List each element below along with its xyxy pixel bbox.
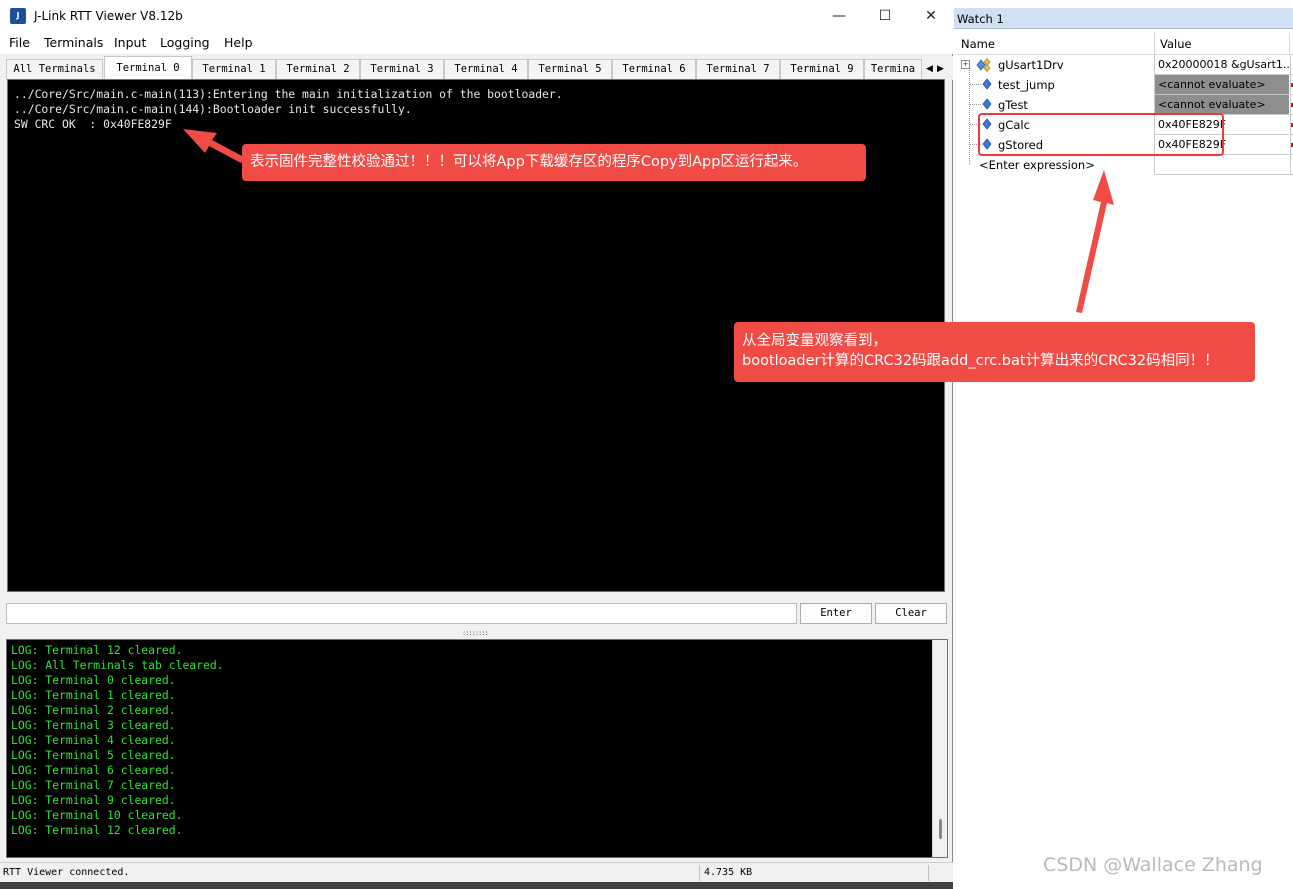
variable-icon <box>982 78 992 90</box>
enter-button[interactable]: Enter <box>800 603 872 624</box>
column-header-name[interactable]: Name <box>961 37 995 51</box>
tab-terminal-3[interactable]: Terminal 3 <box>360 59 444 80</box>
tab-terminal-1[interactable]: Terminal 1 <box>192 59 276 80</box>
highlight-box <box>978 113 1224 156</box>
tab-scroll-left-icon[interactable]: ◀ <box>924 60 935 76</box>
watch-var-value[interactable]: <cannot evaluate> <box>1154 75 1289 95</box>
tab-terminal-7[interactable]: Terminal 7 <box>696 59 780 80</box>
log-line: LOG: Terminal 1 cleared. <box>11 688 176 702</box>
watch-row-gusart1drv[interactable]: + gUsart1Drv 0x20000018 &gUsart1... <box>957 55 1293 75</box>
column-divider[interactable] <box>1154 33 1155 55</box>
log-line: LOG: Terminal 7 cleared. <box>11 778 176 792</box>
watch-row-test-jump[interactable]: test_jump <cannot evaluate> <box>957 75 1293 95</box>
log-scrollbar[interactable] <box>932 640 947 857</box>
log-line: LOG: Terminal 12 cleared. <box>11 643 183 657</box>
log-line: LOG: Terminal 6 cleared. <box>11 763 176 777</box>
log-line: LOG: Terminal 2 cleared. <box>11 703 176 717</box>
csdn-watermark: CSDN @Wallace Zhang <box>1043 854 1263 876</box>
callout-crc-match: 从全局变量观察看到， bootloader计算的CRC32码跟add_crc.b… <box>734 322 1255 382</box>
log-line: LOG: Terminal 12 cleared. <box>11 823 183 837</box>
watch-row-enter-expression[interactable]: <Enter expression> <box>957 155 1293 175</box>
terminal-line: SW CRC OK : 0x40FE829F <box>14 117 172 131</box>
jlink-app-icon: J <box>10 8 26 24</box>
log-line: LOG: Terminal 3 cleared. <box>11 718 176 732</box>
watch-var-value[interactable]: 0x20000018 &gUsart1... <box>1154 55 1289 75</box>
tab-all-terminals[interactable]: All Terminals <box>6 59 103 80</box>
status-divider <box>699 865 700 881</box>
callout-crc-passed: 表示固件完整性校验通过！！！可以将App下载缓存区的程序Copy到App区运行起… <box>242 144 866 181</box>
watch-var-name: gUsart1Drv <box>998 58 1064 72</box>
menu-input[interactable]: Input <box>114 35 146 50</box>
status-bar: RTT Viewer connected. 4.735 KB <box>0 862 953 882</box>
watch-empty-value[interactable] <box>1154 155 1289 175</box>
terminal-line: ../Core/Src/main.c-main(144):Bootloader … <box>14 102 412 116</box>
log-line: LOG: Terminal 9 cleared. <box>11 793 176 807</box>
tab-terminal-4[interactable]: Terminal 4 <box>444 59 528 80</box>
pane-splitter[interactable]: :::::::: <box>0 628 953 637</box>
watch-var-name: gTest <box>998 98 1028 112</box>
watch-title-bar: Watch 1 <box>954 8 1293 29</box>
struct-icon <box>976 58 991 72</box>
watch-var-value[interactable]: <cannot evaluate> <box>1154 95 1289 115</box>
background-window-strip <box>0 882 953 889</box>
title-bar: J J-Link RTT Viewer V8.12b — ☐ ✕ <box>0 0 953 32</box>
tab-terminal-5[interactable]: Terminal 5 <box>528 59 612 80</box>
rtt-viewer-window: J J-Link RTT Viewer V8.12b — ☐ ✕ File Te… <box>0 0 953 882</box>
tab-terminal-6[interactable]: Terminal 6 <box>612 59 696 80</box>
terminal-line: ../Core/Src/main.c-main(113):Entering th… <box>14 87 563 101</box>
tab-terminal-2[interactable]: Terminal 2 <box>276 59 360 80</box>
menu-file[interactable]: File <box>9 35 30 50</box>
log-scroll-thumb[interactable] <box>939 819 942 839</box>
tab-scroll-right-icon[interactable]: ▶ <box>935 60 946 76</box>
log-output[interactable]: LOG: Terminal 12 cleared. LOG: All Termi… <box>6 639 948 858</box>
menu-logging[interactable]: Logging <box>160 35 210 50</box>
enter-expression-placeholder[interactable]: <Enter expression> <box>979 158 1095 172</box>
splitter-grip-icon: :::::::: <box>462 629 489 637</box>
menu-help[interactable]: Help <box>224 35 253 50</box>
window-title: J-Link RTT Viewer V8.12b <box>34 9 183 23</box>
log-line: LOG: Terminal 0 cleared. <box>11 673 176 687</box>
log-line: LOG: Terminal 4 cleared. <box>11 733 176 747</box>
close-button[interactable]: ✕ <box>908 0 954 32</box>
menu-bar: File Terminals Input Logging Help <box>0 32 953 54</box>
log-line: LOG: Terminal 5 cleared. <box>11 748 176 762</box>
status-message: RTT Viewer connected. <box>3 867 130 878</box>
watch-title: Watch 1 <box>957 12 1004 26</box>
callout-line: bootloader计算的CRC32码跟add_crc.bat计算出来的CRC3… <box>742 353 1219 369</box>
watch-row-gtest[interactable]: gTest <cannot evaluate> <box>957 95 1293 115</box>
terminal-tab-strip: All Terminals Terminal 0 Terminal 1 Term… <box>0 56 953 80</box>
minimize-button[interactable]: — <box>816 0 862 32</box>
status-divider <box>928 865 929 881</box>
log-line: LOG: Terminal 10 cleared. <box>11 808 183 822</box>
variable-icon <box>982 98 992 110</box>
watch-var-name: test_jump <box>998 78 1055 92</box>
watch-column-header: Name Value <box>957 33 1293 55</box>
log-line: LOG: All Terminals tab cleared. <box>11 658 224 672</box>
maximize-button[interactable]: ☐ <box>862 0 908 32</box>
column-divider[interactable] <box>1289 33 1290 55</box>
callout-line: 从全局变量观察看到， <box>742 333 887 349</box>
tab-terminal-truncated[interactable]: Termina <box>864 59 922 80</box>
clear-button[interactable]: Clear <box>875 603 947 624</box>
terminal-input-field[interactable] <box>6 603 797 624</box>
status-data-size: 4.735 KB <box>704 867 753 878</box>
tab-terminal-0[interactable]: Terminal 0 <box>104 56 192 80</box>
tab-terminal-9[interactable]: Terminal 9 <box>780 59 864 80</box>
column-header-value[interactable]: Value <box>1160 37 1192 51</box>
expand-plus-icon[interactable]: + <box>961 60 970 69</box>
menu-terminals[interactable]: Terminals <box>44 35 103 50</box>
